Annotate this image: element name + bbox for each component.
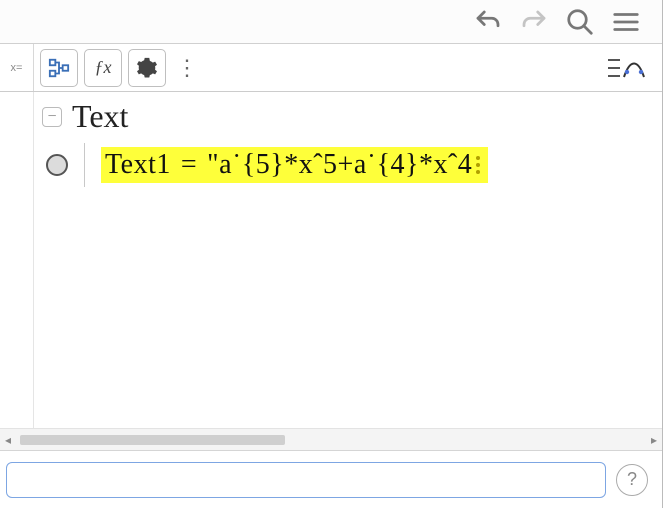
object-name: Text1	[105, 149, 171, 181]
left-gutter-label: x=	[0, 44, 34, 91]
kebab-icon: ⋮	[176, 55, 198, 81]
redo-icon	[519, 7, 549, 37]
scroll-right-arrow[interactable]: ▸	[646, 433, 662, 447]
help-button[interactable]: ?	[616, 464, 648, 496]
object-value: "a˙{5}*xˆ5+a˙{4}*xˆ4	[207, 149, 472, 181]
equals-sign: =	[181, 149, 197, 181]
scroll-track[interactable]	[16, 434, 646, 446]
object-expression[interactable]: Text1 = "a˙{5}*xˆ5+a˙{4}*xˆ4	[101, 147, 488, 183]
algebra-gutter	[0, 92, 34, 450]
row-separator	[84, 143, 85, 187]
help-icon: ?	[627, 469, 637, 490]
hamburger-icon	[611, 7, 641, 37]
graphics-view-icon	[606, 55, 646, 81]
horizontal-scrollbar[interactable]: ◂ ▸	[0, 428, 662, 450]
command-input[interactable]	[6, 462, 606, 498]
drag-handle-icon[interactable]	[476, 156, 480, 174]
input-bar: ?	[0, 450, 662, 508]
undo-button[interactable]	[470, 4, 506, 40]
algebra-panel-toolbar: x= ƒx ⋮	[0, 44, 662, 92]
gear-icon	[136, 57, 158, 79]
algebra-row[interactable]: Text1 = "a˙{5}*xˆ5+a˙{4}*xˆ4	[34, 137, 662, 191]
redo-button[interactable]	[516, 4, 552, 40]
scroll-thumb[interactable]	[20, 435, 285, 445]
settings-button[interactable]	[128, 49, 166, 87]
group-header-text: − Text	[34, 92, 662, 137]
app-top-toolbar	[0, 0, 662, 44]
algebra-view: − Text Text1 = "a˙{5}*xˆ5+a˙{4}*xˆ4 ◂ ▸	[0, 92, 662, 450]
fx-sort-button[interactable]: ƒx	[84, 49, 122, 87]
search-button[interactable]	[562, 4, 598, 40]
fx-icon: ƒx	[95, 57, 112, 78]
collapse-group-button[interactable]: −	[42, 107, 62, 127]
more-options-button[interactable]: ⋮	[170, 49, 204, 87]
undo-icon	[473, 7, 503, 37]
scroll-left-arrow[interactable]: ◂	[0, 433, 16, 447]
tree-view-button[interactable]	[40, 49, 78, 87]
search-icon	[565, 7, 595, 37]
algebra-content: − Text Text1 = "a˙{5}*xˆ5+a˙{4}*xˆ4	[34, 92, 662, 428]
open-graphics-button[interactable]	[604, 51, 648, 85]
minus-icon: −	[47, 109, 56, 125]
menu-button[interactable]	[608, 4, 644, 40]
tree-view-icon	[48, 57, 70, 79]
visibility-toggle[interactable]	[46, 154, 68, 176]
group-title: Text	[72, 98, 128, 135]
